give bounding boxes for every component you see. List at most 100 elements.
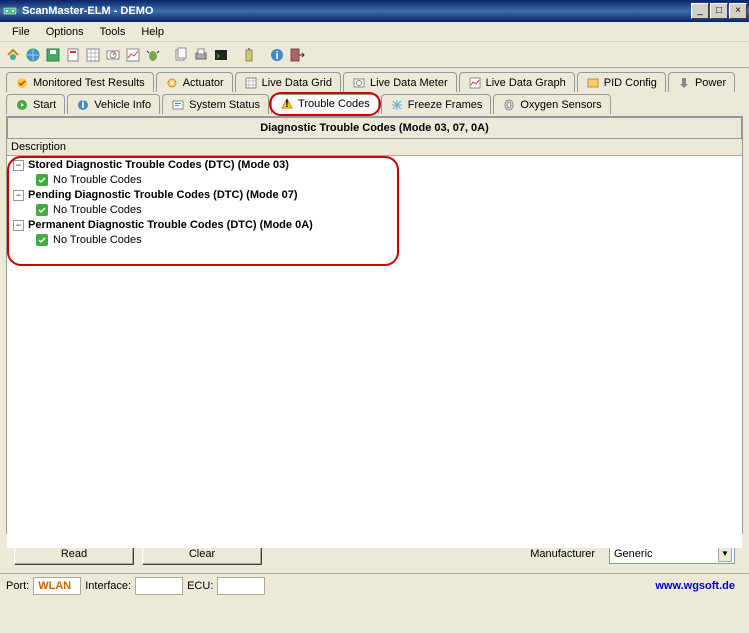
tree-view: − Stored Diagnostic Trouble Codes (DTC) … bbox=[7, 156, 742, 548]
tab-vehicle-info[interactable]: i Vehicle Info bbox=[67, 94, 160, 114]
chart-icon[interactable] bbox=[124, 46, 142, 64]
status-bar: Port: WLAN Interface: ECU: www.wgsoft.de bbox=[0, 573, 749, 597]
tab-pid-config[interactable]: PID Config bbox=[577, 72, 666, 92]
tab-label: Live Data Graph bbox=[486, 77, 566, 89]
connect-icon[interactable] bbox=[4, 46, 22, 64]
ok-icon bbox=[35, 203, 49, 217]
manufacturer-label: Manufacturer bbox=[530, 548, 595, 560]
tree-node-pending[interactable]: − Pending Diagnostic Trouble Codes (DTC)… bbox=[9, 188, 740, 202]
select-value: Generic bbox=[614, 548, 653, 560]
meter-icon bbox=[352, 76, 366, 90]
tab-monitored-results[interactable]: Monitored Test Results bbox=[6, 72, 154, 92]
title-bar: ScanMaster-ELM - DEMO _ □ × bbox=[0, 0, 749, 22]
leaf-label: No Trouble Codes bbox=[53, 174, 142, 186]
doc-red-icon[interactable] bbox=[64, 46, 82, 64]
status-port-value: WLAN bbox=[33, 577, 81, 595]
tab-label: Live Data Meter bbox=[370, 77, 448, 89]
tab-oxygen-sensors[interactable]: Oxygen Sensors bbox=[493, 94, 610, 114]
save-icon[interactable] bbox=[44, 46, 62, 64]
tab-label: System Status bbox=[189, 99, 260, 111]
menu-tools[interactable]: Tools bbox=[92, 24, 134, 40]
play-icon bbox=[15, 98, 29, 112]
power-icon bbox=[677, 76, 691, 90]
grid-icon[interactable] bbox=[84, 46, 102, 64]
node-label: Permanent Diagnostic Trouble Codes (DTC)… bbox=[28, 219, 313, 231]
terminal-icon[interactable] bbox=[212, 46, 230, 64]
maximize-button[interactable]: □ bbox=[710, 3, 728, 19]
warning-icon: ! bbox=[280, 97, 294, 111]
tab-label: Oxygen Sensors bbox=[520, 99, 601, 111]
tab-actuator[interactable]: Actuator bbox=[156, 72, 233, 92]
tree-node-permanent[interactable]: − Permanent Diagnostic Trouble Codes (DT… bbox=[9, 218, 740, 232]
tree-leaf[interactable]: No Trouble Codes bbox=[9, 232, 740, 248]
content-outer: Diagnostic Trouble Codes (Mode 03, 07, 0… bbox=[6, 116, 743, 534]
tab-freeze-frames[interactable]: Freeze Frames bbox=[381, 94, 492, 114]
battery-icon[interactable] bbox=[240, 46, 258, 64]
tab-row-2: Start i Vehicle Info System Status ! Tro… bbox=[6, 94, 743, 114]
svg-text:!: ! bbox=[285, 98, 289, 110]
sensor-icon bbox=[502, 98, 516, 112]
tab-live-data-meter[interactable]: Live Data Meter bbox=[343, 72, 457, 92]
chart-icon bbox=[468, 76, 482, 90]
status-interface-value bbox=[135, 577, 183, 595]
grid-icon bbox=[244, 76, 258, 90]
exit-icon[interactable] bbox=[288, 46, 306, 64]
tabs-area: Monitored Test Results Actuator Live Dat… bbox=[0, 68, 749, 114]
collapse-icon[interactable]: − bbox=[13, 220, 24, 231]
node-label: Pending Diagnostic Trouble Codes (DTC) (… bbox=[28, 189, 298, 201]
collapse-icon[interactable]: − bbox=[13, 190, 24, 201]
panel-title: Diagnostic Trouble Codes (Mode 03, 07, 0… bbox=[7, 117, 742, 139]
tab-label: Monitored Test Results bbox=[33, 77, 145, 89]
status-icon bbox=[171, 98, 185, 112]
toolbar: i bbox=[0, 42, 749, 68]
tab-row-1: Monitored Test Results Actuator Live Dat… bbox=[6, 72, 743, 92]
print-icon[interactable] bbox=[192, 46, 210, 64]
menu-file[interactable]: File bbox=[4, 24, 38, 40]
svg-text:i: i bbox=[82, 99, 85, 111]
tab-label: PID Config bbox=[604, 77, 657, 89]
collapse-icon[interactable]: − bbox=[13, 160, 24, 171]
meter-icon[interactable] bbox=[104, 46, 122, 64]
snowflake-icon bbox=[390, 98, 404, 112]
description-header: Description bbox=[7, 139, 742, 156]
tab-system-status[interactable]: System Status bbox=[162, 94, 269, 114]
tab-label: Start bbox=[33, 99, 56, 111]
tree-leaf[interactable]: No Trouble Codes bbox=[9, 202, 740, 218]
app-icon bbox=[2, 3, 18, 19]
website-link[interactable]: www.wgsoft.de bbox=[655, 580, 743, 592]
check-icon bbox=[15, 76, 29, 90]
ok-icon bbox=[35, 233, 49, 247]
status-ecu-value bbox=[217, 577, 265, 595]
svg-text:i: i bbox=[275, 50, 278, 62]
node-label: Stored Diagnostic Trouble Codes (DTC) (M… bbox=[28, 159, 289, 171]
tree-node-stored[interactable]: − Stored Diagnostic Trouble Codes (DTC) … bbox=[9, 158, 740, 172]
minimize-button[interactable]: _ bbox=[691, 3, 709, 19]
tab-label: Trouble Codes bbox=[298, 98, 370, 110]
status-interface-label: Interface: bbox=[85, 580, 131, 592]
tab-start[interactable]: Start bbox=[6, 94, 65, 114]
tree-leaf[interactable]: No Trouble Codes bbox=[9, 172, 740, 188]
tab-label: Freeze Frames bbox=[408, 99, 483, 111]
menu-help[interactable]: Help bbox=[133, 24, 172, 40]
config-icon bbox=[586, 76, 600, 90]
close-button[interactable]: × bbox=[729, 3, 747, 19]
bug-icon[interactable] bbox=[144, 46, 162, 64]
info-icon[interactable]: i bbox=[268, 46, 286, 64]
ok-icon bbox=[35, 173, 49, 187]
tab-power[interactable]: Power bbox=[668, 72, 735, 92]
tab-trouble-codes[interactable]: ! Trouble Codes bbox=[271, 94, 379, 114]
globe-icon[interactable] bbox=[24, 46, 42, 64]
tab-label: Power bbox=[695, 77, 726, 89]
tab-live-data-grid[interactable]: Live Data Grid bbox=[235, 72, 341, 92]
status-ecu-label: ECU: bbox=[187, 580, 213, 592]
gear-icon bbox=[165, 76, 179, 90]
tab-label: Live Data Grid bbox=[262, 77, 332, 89]
tab-live-data-graph[interactable]: Live Data Graph bbox=[459, 72, 575, 92]
info-icon: i bbox=[76, 98, 90, 112]
menu-options[interactable]: Options bbox=[38, 24, 92, 40]
window-title: ScanMaster-ELM - DEMO bbox=[22, 5, 691, 17]
tab-label: Vehicle Info bbox=[94, 99, 151, 111]
copy-icon[interactable] bbox=[172, 46, 190, 64]
status-port-label: Port: bbox=[6, 580, 29, 592]
leaf-label: No Trouble Codes bbox=[53, 234, 142, 246]
